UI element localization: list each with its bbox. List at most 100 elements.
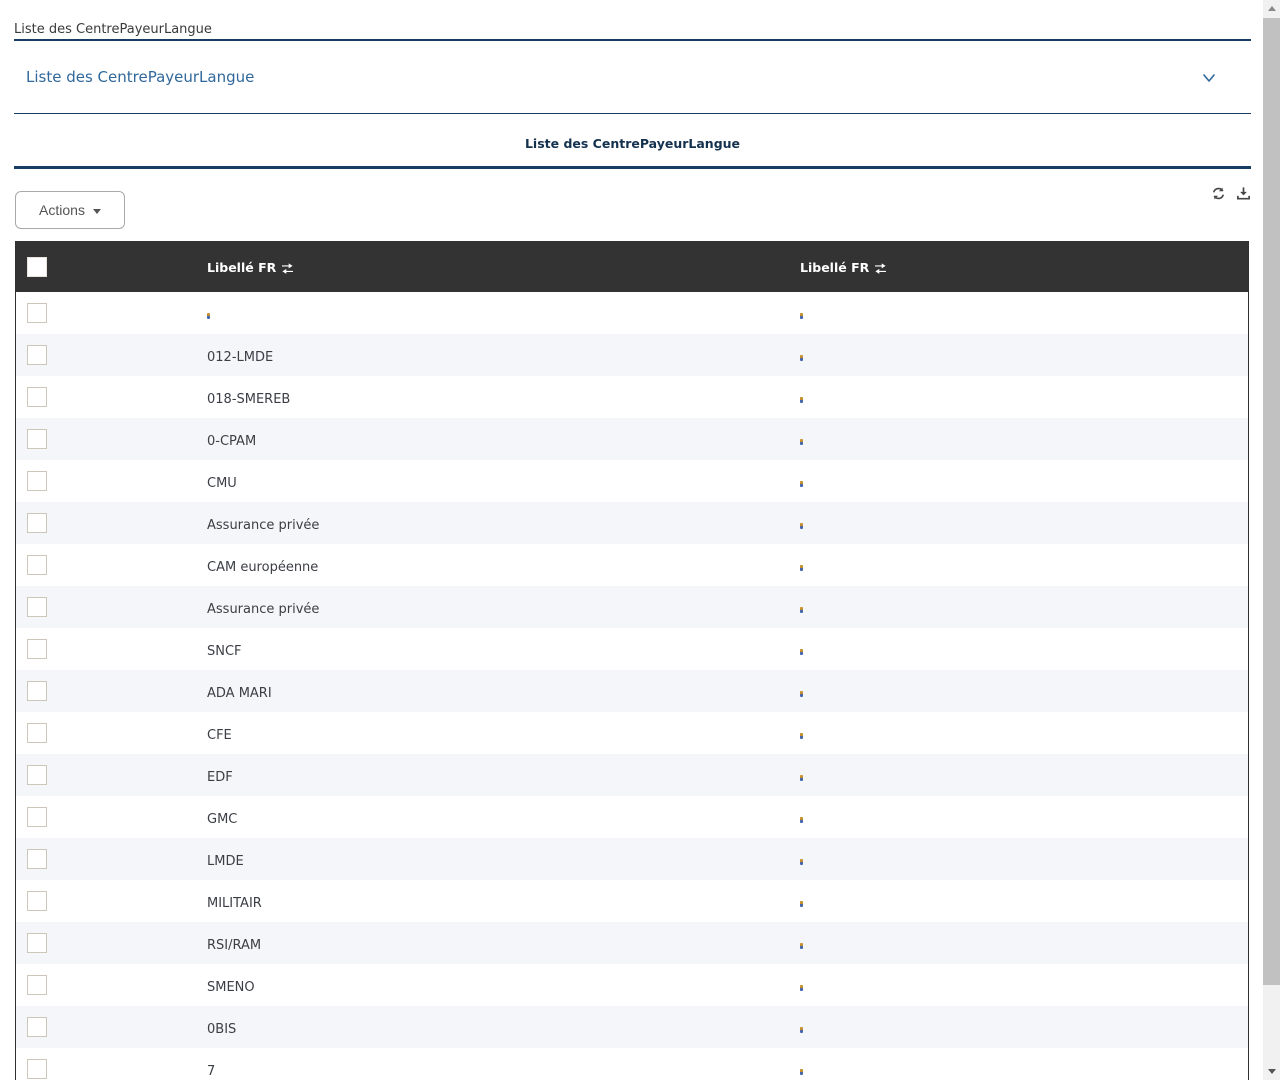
scroll-up-icon (1268, 6, 1276, 11)
table-row[interactable]: MILITAIR (16, 880, 1248, 922)
table-row[interactable]: SNCF (16, 628, 1248, 670)
cell-libelle-fr-1: CAM européenne (200, 556, 793, 575)
row-checkbox[interactable] (27, 975, 47, 995)
cell-value: SMENO (207, 980, 255, 995)
row-checkbox[interactable] (27, 597, 47, 617)
table-row[interactable] (16, 292, 1248, 334)
cell-value (800, 817, 803, 823)
cell-value (800, 691, 803, 697)
row-checkbox-cell (16, 387, 200, 407)
sort-swap-icon[interactable] (874, 262, 887, 273)
row-checkbox[interactable] (27, 1017, 47, 1037)
cell-libelle-fr-1 (200, 304, 793, 323)
table-row[interactable]: CFE (16, 712, 1248, 754)
actions-dropdown-button[interactable]: Actions (15, 191, 125, 229)
cell-libelle-fr-2 (793, 682, 1248, 701)
refresh-icon[interactable] (1211, 186, 1226, 201)
row-checkbox[interactable] (27, 765, 47, 785)
row-checkbox[interactable] (27, 681, 47, 701)
row-checkbox[interactable] (27, 639, 47, 659)
table-row[interactable]: LMDE (16, 838, 1248, 880)
row-checkbox[interactable] (27, 933, 47, 953)
vertical-scrollbar[interactable] (1263, 0, 1280, 1080)
table-body: 012-LMDE 018-SMEREB 0-CPAM CM (16, 292, 1248, 1080)
table-row[interactable]: GMC (16, 796, 1248, 838)
cell-value: 012-LMDE (207, 350, 273, 365)
column-label: Libellé FR (800, 260, 869, 275)
scroll-up-button[interactable] (1263, 0, 1280, 17)
row-checkbox-cell (16, 975, 200, 995)
table-row[interactable]: ADA MARI (16, 670, 1248, 712)
row-checkbox[interactable] (27, 429, 47, 449)
row-checkbox-cell (16, 891, 200, 911)
row-checkbox[interactable] (27, 471, 47, 491)
scroll-down-button[interactable] (1263, 1063, 1280, 1080)
row-checkbox-cell (16, 849, 200, 869)
row-checkbox-cell (16, 597, 200, 617)
cell-value (800, 481, 803, 487)
cell-value (800, 943, 803, 949)
select-all-checkbox[interactable] (27, 257, 47, 277)
collapsible-panel-header[interactable]: Liste des CentrePayeurLangue (14, 41, 1251, 114)
header-cell-libelle-fr-1[interactable]: Libellé FR (200, 257, 793, 276)
cell-value: EDF (207, 770, 233, 785)
row-checkbox-cell (16, 471, 200, 491)
header-cell-libelle-fr-2[interactable]: Libellé FR (793, 257, 1248, 276)
table-row[interactable]: 012-LMDE (16, 334, 1248, 376)
row-checkbox-cell (16, 513, 200, 533)
table-row[interactable]: CAM européenne (16, 544, 1248, 586)
row-checkbox-cell (16, 933, 200, 953)
table-row[interactable]: CMU (16, 460, 1248, 502)
row-checkbox[interactable] (27, 807, 47, 827)
caret-down-icon (93, 209, 101, 214)
row-checkbox-cell (16, 1017, 200, 1037)
table-row[interactable]: 7 (16, 1048, 1248, 1080)
row-checkbox[interactable] (27, 345, 47, 365)
cell-value (800, 355, 803, 361)
table-row[interactable]: 0-CPAM (16, 418, 1248, 460)
cell-libelle-fr-1: Assurance privée (200, 598, 793, 617)
scrollbar-thumb[interactable] (1263, 18, 1280, 985)
cell-libelle-fr-1: Assurance privée (200, 514, 793, 533)
cell-value (800, 439, 803, 445)
row-checkbox[interactable] (27, 849, 47, 869)
cell-libelle-fr-2 (793, 556, 1248, 575)
table-row[interactable]: 018-SMEREB (16, 376, 1248, 418)
table-row[interactable]: RSI/RAM (16, 922, 1248, 964)
cell-value (800, 775, 803, 781)
cell-libelle-fr-1: CFE (200, 724, 793, 743)
cell-value (800, 859, 803, 865)
table-row[interactable]: Assurance privée (16, 586, 1248, 628)
table-row[interactable]: EDF (16, 754, 1248, 796)
cell-value: Assurance privée (207, 518, 319, 533)
row-checkbox[interactable] (27, 387, 47, 407)
cell-value: Assurance privée (207, 602, 319, 617)
chevron-down-icon[interactable] (1201, 70, 1217, 86)
table-header-row: Libellé FR Libellé FR (16, 241, 1248, 292)
cell-value: CFE (207, 728, 232, 743)
row-checkbox[interactable] (27, 303, 47, 323)
row-checkbox[interactable] (27, 555, 47, 575)
table-row[interactable]: 0BIS (16, 1006, 1248, 1048)
cell-libelle-fr-2 (793, 472, 1248, 491)
sort-swap-icon[interactable] (281, 262, 294, 273)
panel-title: Liste des CentrePayeurLangue (26, 68, 254, 86)
cell-libelle-fr-2 (793, 724, 1248, 743)
header-checkbox-cell (16, 257, 200, 277)
column-label: Libellé FR (207, 260, 276, 275)
download-icon[interactable] (1236, 186, 1251, 201)
row-checkbox[interactable] (27, 1059, 47, 1079)
table-row[interactable]: Assurance privée (16, 502, 1248, 544)
cell-libelle-fr-1: RSI/RAM (200, 934, 793, 953)
cell-libelle-fr-2 (793, 430, 1248, 449)
cell-value (800, 523, 803, 529)
row-checkbox[interactable] (27, 891, 47, 911)
cell-libelle-fr-1: 0BIS (200, 1018, 793, 1037)
cell-value: CAM européenne (207, 560, 318, 575)
table-row[interactable]: SMENO (16, 964, 1248, 1006)
row-checkbox-cell (16, 639, 200, 659)
row-checkbox[interactable] (27, 513, 47, 533)
cell-value (800, 565, 803, 571)
row-checkbox[interactable] (27, 723, 47, 743)
cell-libelle-fr-2 (793, 346, 1248, 365)
